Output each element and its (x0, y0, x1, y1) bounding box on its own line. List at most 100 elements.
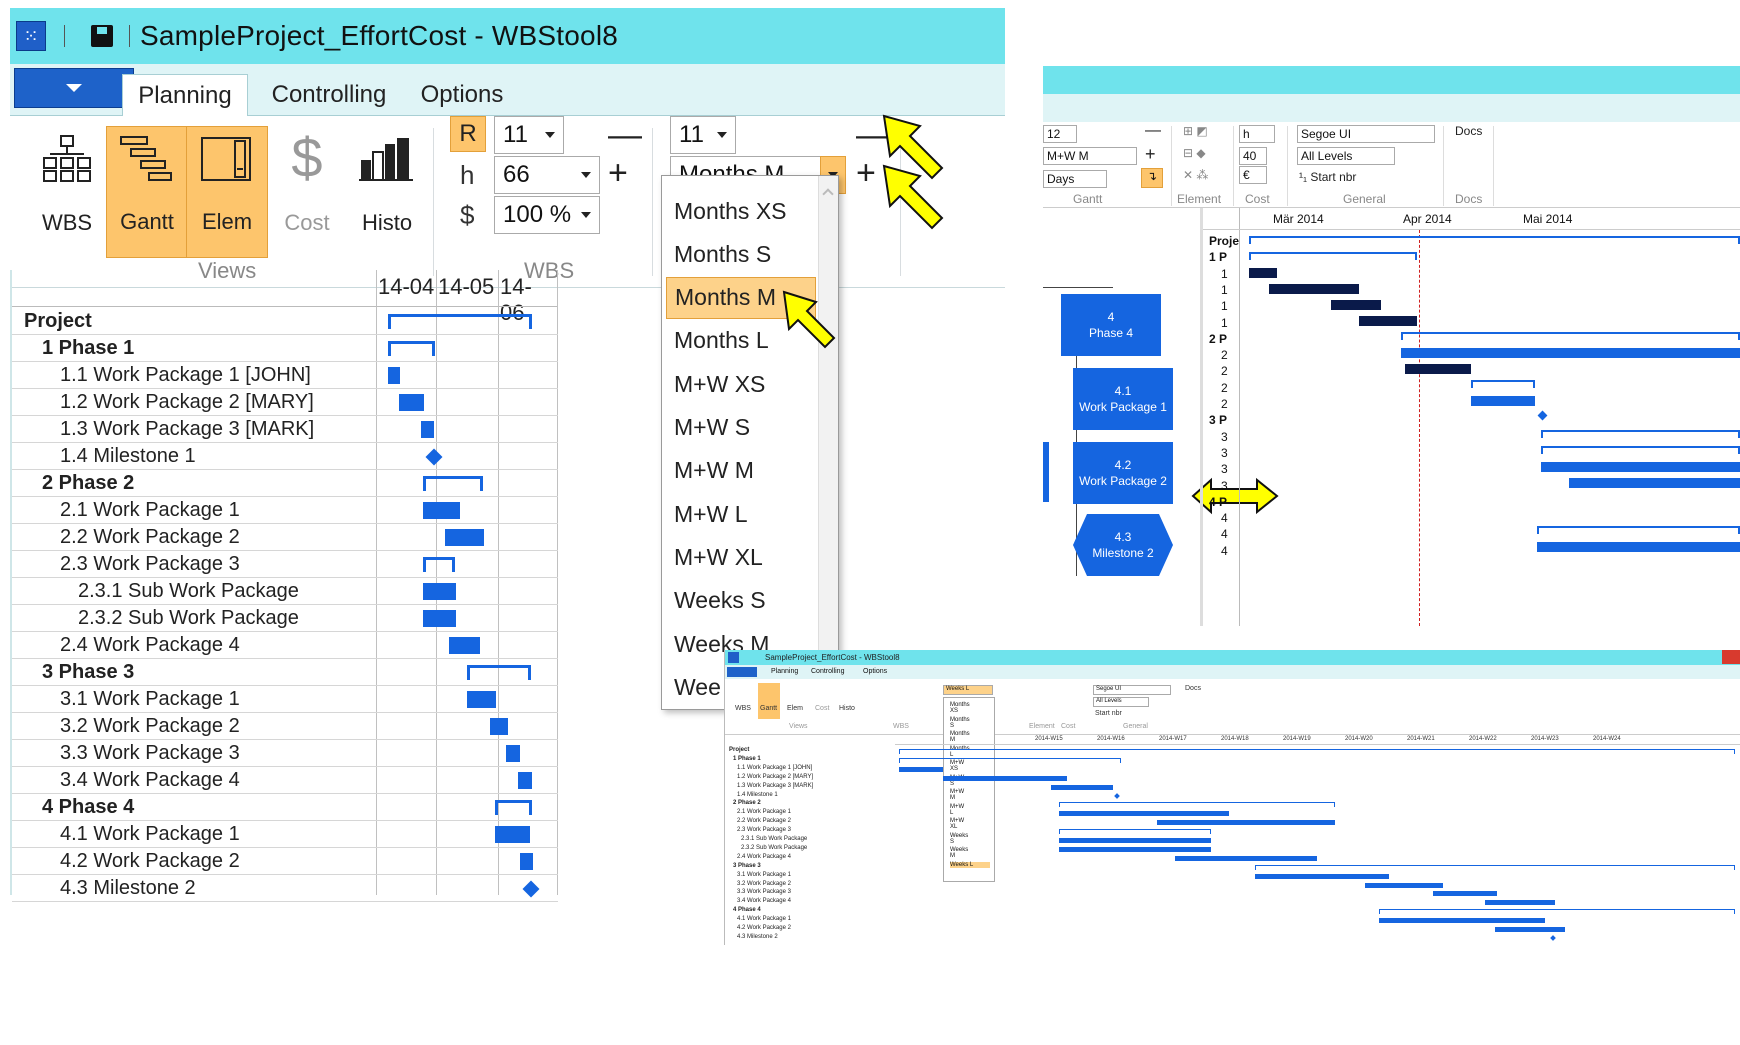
dropdown-option[interactable]: Months S (950, 717, 970, 729)
milestone-diamond[interactable] (1114, 792, 1120, 799)
gantt-bar[interactable] (423, 583, 456, 600)
gantt-bar[interactable] (1471, 396, 1535, 406)
gantt-bar[interactable] (943, 775, 1067, 781)
gantt-level-combo[interactable]: 12 (1043, 125, 1077, 143)
dropdown-option[interactable]: Months XS (950, 702, 970, 714)
gantt-summary-bar[interactable] (1059, 802, 1335, 808)
hierarchy-icon[interactable]: ⊟ ◆ (1183, 146, 1206, 160)
hours-combo[interactable]: h (1239, 125, 1275, 143)
gantt-bar[interactable] (1405, 364, 1471, 374)
gantt-summary-bar[interactable] (1471, 380, 1535, 388)
gantt-summary-bar[interactable] (423, 476, 483, 491)
save-icon[interactable] (89, 23, 115, 49)
timescale-combo[interactable]: Weeks L (943, 685, 993, 695)
collapse-icon[interactable]: ⊞ ◩ (1183, 124, 1208, 138)
gantt-view-button[interactable] (758, 683, 780, 719)
gantt-bar[interactable] (421, 421, 434, 438)
cost-view-button[interactable]: $ Cost (266, 126, 348, 258)
dropdown-option[interactable]: Weeks S (666, 580, 816, 622)
dropdown-option[interactable]: Months XS (666, 190, 816, 232)
table-row[interactable]: 1.4 Milestone 1 (12, 443, 558, 470)
gantt-bar[interactable] (899, 766, 943, 772)
gantt-bar[interactable] (1379, 918, 1545, 924)
table-row[interactable]: 2.3.2 Sub Work Package (12, 605, 558, 632)
wbs-view-button[interactable]: WBS (735, 705, 751, 712)
dropdown-option[interactable]: M+W XL (666, 536, 816, 578)
gantt-bar[interactable] (1537, 542, 1740, 552)
gantt-bar[interactable] (423, 610, 456, 627)
gantt-bar[interactable] (520, 853, 533, 870)
histogram-view-button[interactable]: Histo (839, 705, 855, 712)
gantt-bar[interactable] (1255, 873, 1389, 879)
app-menu-icon[interactable] (728, 652, 739, 663)
wbs-level-combo[interactable]: 11 (494, 116, 564, 154)
table-row[interactable]: 1 Phase 1 (12, 335, 558, 362)
font-combo[interactable]: Segoe UI (1093, 685, 1171, 695)
gantt-bar[interactable] (1365, 882, 1443, 888)
gantt-summary-bar[interactable] (1401, 332, 1740, 340)
dropdown-option[interactable]: M+W M (950, 789, 964, 801)
wbs-element-phase-4[interactable]: 4 Phase 4 (1061, 294, 1161, 356)
table-row[interactable]: 3.2 Work Package 2 (12, 713, 558, 740)
link-toggle-button[interactable]: ↴ (1141, 168, 1163, 188)
gantt-bar[interactable] (423, 502, 460, 519)
hours-input[interactable]: 40 (1239, 147, 1267, 165)
gantt-bar[interactable] (1485, 900, 1555, 906)
start-number-label[interactable]: ¹₁ Start nbr (1299, 170, 1356, 184)
table-row[interactable]: 3.4 Work Package 4 (12, 767, 558, 794)
file-menu-button[interactable] (727, 667, 757, 677)
table-row[interactable]: 2.3 Work Package 3 (12, 551, 558, 578)
dropdown-option[interactable]: M+W M (666, 450, 816, 492)
table-row[interactable]: 1.2 Work Package 2 [MARY] (12, 389, 558, 416)
element-view-button[interactable]: Elem (787, 705, 803, 712)
gantt-level-combo[interactable]: 11 (670, 116, 736, 154)
wbs-milestone-shape[interactable]: 4.3 Milestone 2 (1073, 514, 1173, 576)
gantt-bar[interactable] (1359, 316, 1417, 326)
gantt-bar[interactable] (518, 772, 532, 789)
gantt-bar[interactable] (1249, 268, 1277, 278)
gantt-bar[interactable] (490, 718, 508, 735)
gantt-bar[interactable] (1059, 846, 1211, 852)
gantt-bar[interactable] (399, 394, 424, 411)
gantt-bar[interactable] (1157, 820, 1335, 826)
tab-planning[interactable]: Planning (771, 668, 798, 675)
gantt-summary-bar[interactable] (899, 749, 1735, 754)
gantt-bar[interactable] (1175, 855, 1317, 861)
wbs-element-work-package[interactable]: 4.1 Work Package 1 (1073, 368, 1173, 430)
table-row[interactable]: 4.3 Milestone 2 (12, 875, 558, 902)
unit-combo[interactable]: Days (1043, 170, 1107, 188)
levels-combo[interactable]: All Levels (1297, 147, 1395, 165)
levels-combo[interactable]: All Levels (1093, 697, 1149, 707)
gantt-summary-bar[interactable] (1249, 252, 1417, 260)
gantt-summary-bar[interactable] (1379, 909, 1735, 915)
gantt-bar[interactable] (1401, 348, 1740, 358)
gantt-zoom-in-button[interactable]: + (856, 156, 876, 190)
element-view-button[interactable]: Elem (186, 126, 268, 258)
gantt-summary-bar[interactable] (1541, 430, 1740, 438)
dropdown-option[interactable]: Weeks L (950, 861, 990, 868)
table-row[interactable]: 4.1 Work Package 1 (12, 821, 558, 848)
table-row[interactable]: 2.3.1 Sub Work Package (12, 578, 558, 605)
zoom-combo[interactable]: 100 % (494, 196, 600, 234)
hours-combo[interactable]: 66 (494, 156, 600, 194)
table-row[interactable]: 2.1 Work Package 1 (12, 497, 558, 524)
gantt-view-button[interactable]: Gantt (106, 126, 188, 258)
gantt-zoom-in-button[interactable]: + (1145, 144, 1156, 165)
dropdown-option[interactable]: Weeks S (950, 833, 968, 845)
gantt-bar[interactable] (1569, 478, 1740, 488)
gantt-summary-bar[interactable] (1541, 446, 1740, 454)
scroll-up-icon[interactable] (822, 188, 834, 200)
gantt-summary-bar[interactable] (1537, 526, 1740, 534)
gantt-summary-bar[interactable] (423, 557, 455, 572)
wbs-element-work-package[interactable]: 4.2 Work Package 2 (1073, 442, 1173, 504)
gantt-summary-bar[interactable] (1249, 236, 1740, 244)
tab-planning[interactable]: Planning (122, 74, 248, 116)
dropdown-option[interactable]: M+W XS (666, 363, 816, 405)
dropdown-option[interactable]: Months S (666, 233, 816, 275)
gantt-bar[interactable] (449, 637, 480, 654)
gantt-bar[interactable] (1495, 927, 1565, 932)
file-menu-button[interactable] (14, 68, 134, 108)
gantt-bar[interactable] (388, 367, 400, 384)
dropdown-option[interactable]: Weeks M (950, 847, 968, 859)
gantt-bar[interactable] (445, 529, 484, 546)
